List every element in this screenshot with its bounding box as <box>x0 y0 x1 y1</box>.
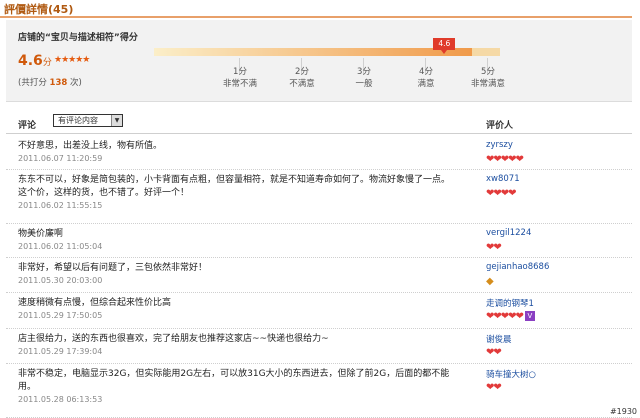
watermark: #1930 <box>608 407 638 416</box>
score-scale-value: 2分 <box>295 67 309 77</box>
review-date: 2011.06.07 11:20:59 <box>18 154 103 163</box>
score-scale-desc: 非常满意 <box>470 79 505 89</box>
reviewer-rank: ❤❤❤❤❤ <box>486 154 524 166</box>
reviewer-link[interactable]: 谢俊晨 <box>486 333 512 345</box>
score-scale-desc: 不满意 <box>289 79 315 89</box>
score-total-suffix: 次) <box>69 78 82 88</box>
score-unit: 分 <box>42 58 52 68</box>
score-total: (共打分 138 次) <box>18 76 82 88</box>
review-text: 非常不稳定，电脑显示32G，但实际能用2G左右，可以放31G大小的东西进去，但除… <box>18 369 450 392</box>
review-row: 速度稍微有点慢，但综合起来性价比高 2011.05.29 17:50:05 走调的钢… <box>6 293 632 329</box>
score-value: 4.6分 <box>18 53 52 69</box>
reviewer-rank: ❤❤❤❤❤ V <box>486 311 535 323</box>
heart-rank-icon: ❤❤ <box>486 242 502 253</box>
score-scale-label: 3分一般 <box>334 66 394 90</box>
heart-rank-icon: ❤❤ <box>486 382 502 393</box>
comment-filter-value: 有评论内容 <box>58 116 98 125</box>
reviewer-link[interactable]: 骑车撞大树○ <box>486 368 536 380</box>
heart-rank-icon: ❤❤❤❤❤ <box>486 154 524 165</box>
score-scale-bar: 4.6 <box>154 38 500 56</box>
score-scale-label: 2分不满意 <box>272 66 332 90</box>
score-scale-fill <box>154 48 473 56</box>
score-panel: 店铺的“宝贝与描述相符”得分 4.6分 ★★★★★ (共打分 138 次) 4.… <box>6 20 632 102</box>
score-stars-icon: ★★★★★ <box>54 55 90 65</box>
page-title: 評價詳情(45) <box>4 3 74 16</box>
score-scale-label: 4分满意 <box>396 66 456 90</box>
reviewer-rank: ◆ <box>486 276 494 288</box>
reviewer-link[interactable]: xw8071 <box>486 174 520 184</box>
review-date: 2011.05.28 06:13:53 <box>18 395 103 404</box>
reviewer-link[interactable]: gejianhao8686 <box>486 262 549 272</box>
score-marker: 4.6 <box>433 38 456 54</box>
review-row: 店主很给力，送的东西也很喜欢，完了给朋友也推荐这家店~~快递也很给力~ 2011.… <box>6 329 632 364</box>
score-total-prefix: (共打分 <box>18 78 47 88</box>
reviewer-rank: ❤❤ <box>486 347 502 359</box>
comment-filter-select[interactable]: 有评论内容 ▼ <box>53 114 123 127</box>
review-date: 2011.05.29 17:50:05 <box>18 311 103 320</box>
heart-rank-icon: ❤❤❤❤❤ <box>486 311 524 322</box>
reviewer-link[interactable]: 走调的钢琴1 <box>486 297 534 309</box>
diamond-rank-icon: ◆ <box>486 276 494 287</box>
score-scale-desc: 非常不满 <box>222 79 257 89</box>
score-scale-value: 4分 <box>419 67 433 77</box>
score-scale-value: 3分 <box>357 67 371 77</box>
score-scale-label: 5分非常满意 <box>458 66 518 90</box>
score-scale-desc: 满意 <box>417 79 435 89</box>
score-total-count: 138 <box>49 78 68 88</box>
review-date: 2011.06.02 11:05:04 <box>18 242 103 251</box>
comment-column-label: 评论 <box>18 121 37 131</box>
reviewer-rank: ❤❤ <box>486 382 502 394</box>
review-text: 速度稍微有点慢，但综合起来性价比高 <box>18 298 172 308</box>
review-row: 非常不稳定，电脑显示32G，但实际能用2G左右，可以放31G大小的东西进去，但除… <box>6 364 632 418</box>
reviewer-rank: ❤❤ <box>486 242 502 254</box>
score-scale-value: 1分 <box>233 67 247 77</box>
review-date: 2011.05.30 20:03:00 <box>18 276 103 285</box>
score-scale-desc: 一般 <box>355 79 373 89</box>
score-scale-label: 1分非常不满 <box>210 66 270 90</box>
score-scale-value: 5分 <box>481 67 495 77</box>
vip-badge-icon: V <box>524 311 535 321</box>
review-text: 东东不可以，好象是简包装的，小卡背面有点粗，但容量相符，就是不知道寿命如何了。物… <box>18 175 451 198</box>
heart-rank-icon: ❤❤❤❤ <box>486 188 516 199</box>
score-heading: 店铺的“宝贝与描述相符”得分 <box>18 33 138 43</box>
reviewer-link[interactable]: vergil1224 <box>486 228 531 238</box>
heart-rank-icon: ❤❤ <box>486 347 502 358</box>
reviewer-link[interactable]: zyrszy <box>486 140 513 150</box>
review-text: 非常好，希望以后有问题了，三包依然非常好！ <box>18 263 208 273</box>
review-text: 店主很给力，送的东西也很喜欢，完了给朋友也推荐这家店~~快递也很给力~ <box>18 334 329 344</box>
review-date: 2011.06.02 11:55:15 <box>18 201 103 210</box>
title-divider <box>0 16 632 18</box>
reviewer-rank: ❤❤❤❤ <box>486 188 516 200</box>
review-text: 不好意思，出差没上线，物有所值。 <box>18 141 163 151</box>
review-row: 物美价廉啊 2011.06.02 11:05:04 vergil1224 ❤❤ <box>6 224 632 258</box>
chevron-down-icon[interactable]: ▼ <box>111 115 122 126</box>
review-row: 非常好，希望以后有问题了，三包依然非常好！ 2011.05.30 20:03:00… <box>6 258 632 293</box>
review-date: 2011.05.29 17:39:04 <box>18 347 103 356</box>
review-list-header: 评论 有评论内容 ▼ 评价人 <box>6 112 632 134</box>
score-number: 4.6 <box>18 53 43 69</box>
reviewer-column-label: 评价人 <box>486 121 514 131</box>
review-row: 不好意思，出差没上线，物有所值。 2011.06.07 11:20:59 zyrsz… <box>6 136 632 170</box>
review-row: 东东不可以，好象是简包装的，小卡背面有点粗，但容量相符，就是不知道寿命如何了。物… <box>6 170 632 224</box>
review-text: 物美价廉啊 <box>18 229 64 239</box>
